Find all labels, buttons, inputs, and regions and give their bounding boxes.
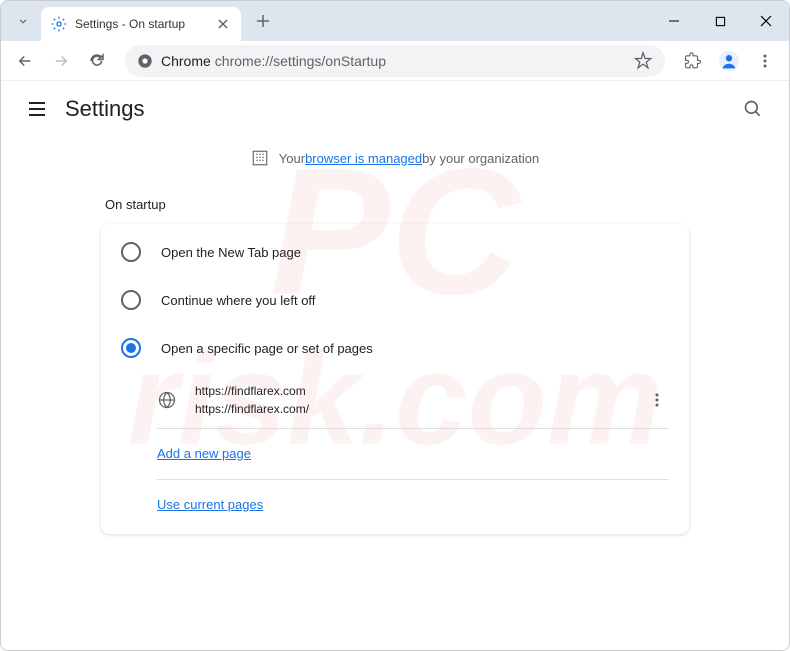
content-area: Settings Your browser is managed by your… <box>1 81 789 650</box>
profile-button[interactable] <box>713 45 745 77</box>
globe-icon <box>157 390 177 410</box>
settings-title: Settings <box>65 96 145 122</box>
page-url: https://findflarex.com/ <box>195 400 645 418</box>
page-urls: https://findflarex.com https://findflare… <box>195 382 645 418</box>
page-title: https://findflarex.com <box>195 382 645 400</box>
radio-icon <box>121 290 141 310</box>
puzzle-icon <box>684 52 702 70</box>
url-prefix: Chrome <box>161 53 211 69</box>
back-button[interactable] <box>9 45 41 77</box>
titlebar: Settings - On startup <box>1 1 789 41</box>
settings-menu-button[interactable] <box>17 89 57 129</box>
radio-continue[interactable]: Continue where you left off <box>101 276 689 324</box>
reload-button[interactable] <box>81 45 113 77</box>
tab-search-dropdown[interactable] <box>5 3 41 39</box>
startup-page-entry: https://findflarex.com https://findflare… <box>101 372 689 428</box>
managed-prefix: Your <box>279 151 305 166</box>
building-icon <box>251 149 269 167</box>
arrow-right-icon <box>52 52 70 70</box>
page-actions-button[interactable] <box>645 388 669 412</box>
add-page-link: Add a new page <box>157 446 251 461</box>
tab-title: Settings - On startup <box>75 17 215 31</box>
browser-tab[interactable]: Settings - On startup <box>41 7 241 41</box>
address-bar[interactable]: Chrome chrome://settings/onStartup <box>125 45 665 77</box>
forward-button[interactable] <box>45 45 77 77</box>
radio-label: Open a specific page or set of pages <box>161 341 373 356</box>
radio-new-tab[interactable]: Open the New Tab page <box>101 228 689 276</box>
startup-card: Open the New Tab page Continue where you… <box>101 224 689 534</box>
reload-icon <box>88 52 106 70</box>
tab-close-button[interactable] <box>215 16 231 32</box>
extensions-button[interactable] <box>677 45 709 77</box>
plus-icon <box>256 14 270 28</box>
maximize-button[interactable] <box>697 1 743 41</box>
search-icon <box>743 99 763 119</box>
chevron-down-icon <box>16 14 30 28</box>
radio-specific-pages[interactable]: Open a specific page or set of pages <box>101 324 689 372</box>
use-current-link: Use current pages <box>157 497 263 512</box>
use-current-row[interactable]: Use current pages <box>101 480 689 530</box>
section-title: On startup <box>105 197 689 212</box>
radio-icon-selected <box>121 338 141 358</box>
menu-button[interactable] <box>749 45 781 77</box>
profile-icon <box>718 50 740 72</box>
kebab-menu-icon <box>757 53 773 69</box>
settings-gear-icon <box>51 16 67 32</box>
managed-link[interactable]: browser is managed <box>305 151 422 166</box>
settings-header: Settings <box>1 81 789 137</box>
url-text: chrome://settings/onStartup <box>215 53 633 69</box>
toolbar: Chrome chrome://settings/onStartup <box>1 41 789 81</box>
close-icon <box>760 15 772 27</box>
managed-suffix: by your organization <box>422 151 539 166</box>
new-tab-button[interactable] <box>249 7 277 35</box>
settings-search-button[interactable] <box>733 89 773 129</box>
radio-label: Continue where you left off <box>161 293 315 308</box>
radio-icon <box>121 242 141 262</box>
chrome-logo-icon <box>137 53 153 69</box>
bookmark-star-icon[interactable] <box>633 51 653 71</box>
arrow-left-icon <box>16 52 34 70</box>
close-window-button[interactable] <box>743 1 789 41</box>
hamburger-icon <box>27 99 47 119</box>
kebab-menu-icon <box>649 392 665 408</box>
maximize-icon <box>715 16 726 27</box>
minimize-button[interactable] <box>651 1 697 41</box>
minimize-icon <box>668 15 680 27</box>
radio-label: Open the New Tab page <box>161 245 301 260</box>
managed-banner: Your browser is managed by your organiza… <box>1 137 789 179</box>
close-icon <box>218 19 228 29</box>
add-page-row[interactable]: Add a new page <box>101 429 689 479</box>
